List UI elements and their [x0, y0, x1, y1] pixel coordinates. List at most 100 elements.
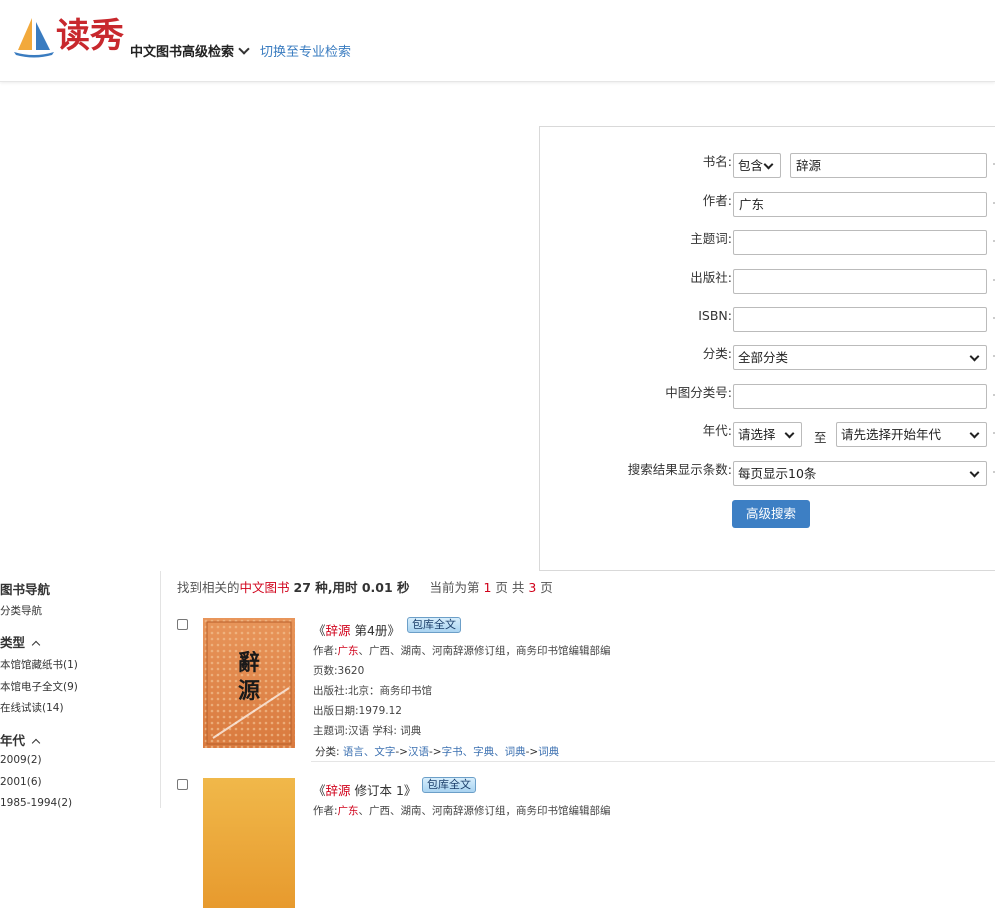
- row-per-page: 搜索结果显示条数: 每页显示10条: [540, 461, 995, 487]
- per-page-value: 每页显示10条: [738, 466, 817, 481]
- row-category: 分类: 全部分类: [540, 345, 995, 371]
- title-highlight: 辞源: [325, 783, 351, 798]
- chevron-down-icon: [784, 428, 795, 439]
- title-open: 《: [313, 783, 326, 798]
- category-label: 分类:: [702, 346, 732, 361]
- category-value: 全部分类: [738, 350, 789, 365]
- author-input[interactable]: 广东: [733, 192, 987, 217]
- chevron-down-icon: [969, 351, 980, 362]
- sailboat-logo-icon: [14, 18, 54, 58]
- title-match-select[interactable]: 包含: [733, 153, 781, 178]
- result-checkbox[interactable]: [177, 779, 188, 790]
- title-match-value: 包含: [738, 158, 764, 173]
- author-prefix: 作者:: [313, 645, 338, 657]
- current-page-number: 1: [483, 580, 492, 595]
- publisher-input[interactable]: [733, 269, 987, 294]
- year-facet-title[interactable]: 年代: [0, 730, 41, 749]
- row-clc: 中图分类号:: [540, 384, 995, 410]
- title-rest: 修订本 1》: [350, 783, 417, 798]
- book-cover-art: [203, 778, 295, 908]
- clc-label: 中图分类号:: [665, 385, 732, 400]
- top-header: 读秀 中文图书高级检索 切换至专业检索: [0, 0, 995, 82]
- isbn-input[interactable]: [733, 307, 987, 332]
- title-rest: 第4册》: [350, 623, 400, 638]
- year-facet-item[interactable]: 1985-1994(2): [0, 797, 72, 809]
- row-isbn: ISBN:: [540, 307, 995, 333]
- year-label: 年代:: [702, 423, 732, 438]
- type-facet-item[interactable]: 本馆馆藏纸书(1): [0, 657, 78, 672]
- category-nav-link[interactable]: 分类导航: [0, 603, 42, 618]
- full-text-badge[interactable]: 包库全文: [422, 777, 476, 793]
- subject-input[interactable]: [733, 230, 987, 255]
- author-rest: 、广西、湖南、河南辞源修订组，商务印书馆编辑部编: [358, 645, 611, 657]
- svg-text:辭: 辭: [238, 650, 260, 676]
- result-item: 《辞源 修订本 1》 包库全文 作者:广东、广西、湖南、河南辞源修订组，商务印书…: [161, 770, 995, 908]
- category-link[interactable]: 字书、字典、词典: [442, 746, 526, 758]
- summary-count: 27 种,用时 0.01 秒: [293, 580, 410, 595]
- advanced-search-form: 书名: 包含 辞源 作者: 广东 主题词: 出版社: ISBN: 分类: 全部分…: [539, 126, 995, 571]
- year-facet-item[interactable]: 2009(2): [0, 754, 42, 766]
- book-subject: 主题词:汉语 学科: 词典: [313, 725, 422, 737]
- type-facet-label: 类型: [0, 635, 26, 650]
- title-open: 《: [313, 623, 326, 638]
- svg-text:源: 源: [238, 678, 260, 704]
- title-highlight: 辞源: [325, 623, 351, 638]
- book-cover-image[interactable]: 辭 源: [203, 618, 295, 748]
- subject-label: 主题词:: [690, 231, 732, 246]
- nav-title: 中文图书高级检索: [130, 45, 235, 60]
- row-author: 作者: 广东: [540, 192, 995, 218]
- book-publisher: 出版社:北京：商务印书馆: [313, 685, 433, 697]
- per-page-label: 搜索结果显示条数:: [627, 462, 732, 477]
- switch-to-professional-link[interactable]: 切换至专业检索: [260, 41, 351, 60]
- category-link[interactable]: 语言、文字: [343, 746, 396, 758]
- result-item: 辭 源 《辞源 第4册》 包库全文 作者:广东、广西、湖南、河南辞源修订组，商务…: [161, 610, 995, 762]
- book-cover-image[interactable]: [203, 778, 295, 908]
- author-prefix: 作者:: [313, 805, 338, 817]
- book-author: 作者:广东、广西、湖南、河南辞源修订组，商务印书馆编辑部编: [313, 803, 611, 818]
- author-label: 作者:: [702, 193, 732, 208]
- per-page-select[interactable]: 每页显示10条: [733, 461, 987, 486]
- author-highlight: 广东: [337, 805, 359, 817]
- row-year: 年代: 请选择 至 请先选择开始年代: [540, 422, 995, 448]
- nav-dropdown-chinese-books[interactable]: 中文图书高级检索: [130, 41, 250, 60]
- summary-prefix: 找到相关的: [177, 580, 240, 595]
- year-to-label: 至: [814, 430, 827, 445]
- row-subject: 主题词:: [540, 230, 995, 256]
- type-facet-title[interactable]: 类型: [0, 632, 41, 651]
- advanced-search-button[interactable]: 高级搜索: [732, 500, 810, 528]
- type-facet-item[interactable]: 在线试读(14): [0, 700, 64, 715]
- publisher-label: 出版社:: [690, 270, 732, 285]
- year-from-value: 请选择: [738, 427, 776, 442]
- title-input[interactable]: 辞源: [790, 153, 987, 178]
- book-pages: 页数:3620: [313, 665, 365, 677]
- book-author: 作者:广东、广西、湖南、河南辞源修订组，商务印书馆编辑部编: [313, 643, 611, 658]
- chevron-down-icon: [763, 159, 774, 170]
- type-facet-item[interactable]: 本馆电子全文(9): [0, 679, 78, 694]
- row-title: 书名: 包含 辞源: [540, 153, 995, 179]
- result-checkbox[interactable]: [177, 619, 188, 630]
- category-select[interactable]: 全部分类: [733, 345, 987, 370]
- year-from-select[interactable]: 请选择: [733, 422, 802, 447]
- book-publish-date: 出版日期:1979.12: [313, 705, 402, 717]
- chevron-up-icon: [31, 738, 41, 748]
- book-title-link[interactable]: 《辞源 修订本 1》: [313, 780, 416, 799]
- clc-input[interactable]: [733, 384, 987, 409]
- isbn-label: ISBN:: [698, 308, 732, 323]
- logo-text: 读秀: [56, 16, 124, 56]
- author-highlight: 广东: [337, 645, 359, 657]
- full-text-badge[interactable]: 包库全文: [407, 617, 461, 633]
- category-prefix: 分类:: [315, 746, 340, 758]
- book-nav-title: 图书导航: [0, 582, 51, 597]
- author-rest: 、广西、湖南、河南辞源修订组，商务印书馆编辑部编: [358, 805, 611, 817]
- summary-kind: 中文图书: [239, 580, 290, 595]
- year-to-value: 请先选择开始年代: [841, 427, 942, 442]
- year-facet-item[interactable]: 2001(6): [0, 776, 42, 788]
- book-title-link[interactable]: 《辞源 第4册》: [313, 620, 400, 639]
- year-facet-label: 年代: [0, 733, 26, 748]
- year-to-select[interactable]: 请先选择开始年代: [836, 422, 987, 447]
- chevron-up-icon: [31, 640, 41, 650]
- summary-page-mid: 页 共: [495, 580, 525, 595]
- summary-page-suffix: 页: [540, 580, 553, 595]
- category-link[interactable]: 词典: [538, 746, 559, 758]
- category-link[interactable]: 汉语: [408, 746, 429, 758]
